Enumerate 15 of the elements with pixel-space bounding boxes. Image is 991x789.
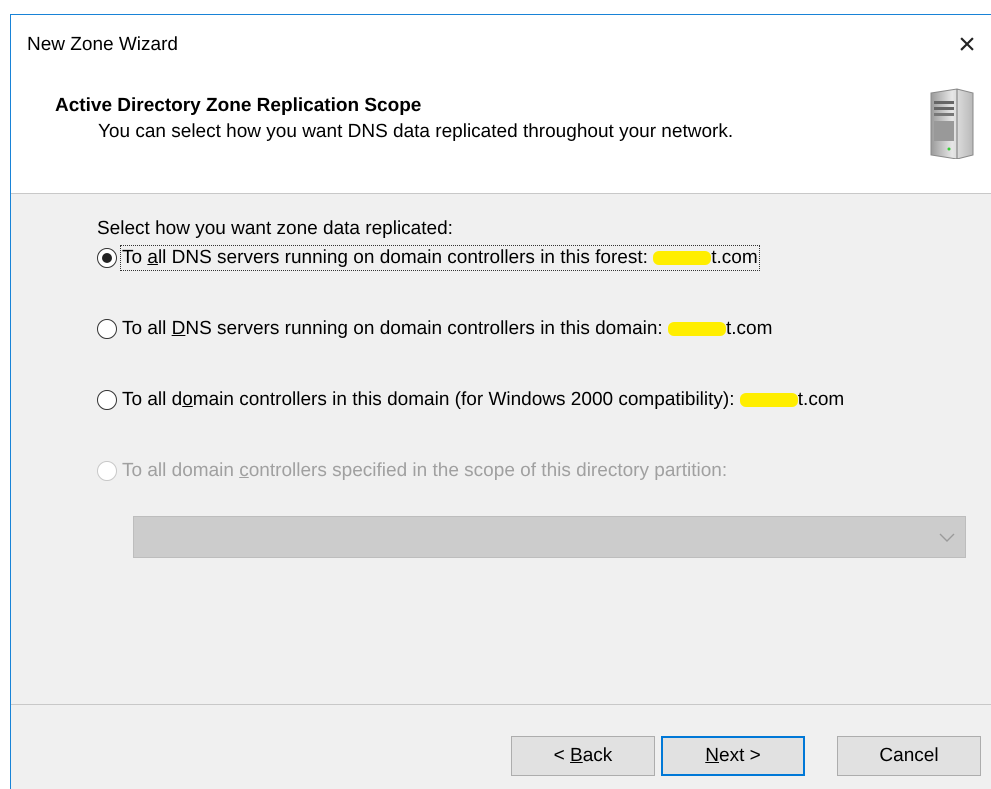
close-button[interactable]: × (947, 30, 987, 60)
radio-label[interactable]: To all domain controllers in this domain (for Windows 2000 compatibility): t.com (121, 388, 846, 412)
radio-label[interactable]: To all DNS servers running on domain controllers in this domain: t.com (121, 317, 774, 341)
chevron-down-icon (939, 532, 955, 542)
wizard-button[interactable]: Cancel (837, 736, 981, 776)
radio-button[interactable] (97, 319, 117, 339)
wizard-button[interactable]: Next > (661, 736, 805, 776)
radio-button[interactable] (97, 390, 117, 410)
radio-button[interactable] (97, 248, 117, 268)
prompt-text: Select how you want zone data replicated: (97, 218, 454, 240)
radio-label[interactable]: To all DNS servers running on domain controllers in this forest: t.com (121, 246, 759, 270)
wizard-button[interactable]: < Back (511, 736, 655, 776)
window-title: New Zone Wizard (27, 34, 178, 56)
page-description: You can select how you want DNS data replicated throughout your network. (97, 121, 734, 143)
page-title: Active Directory Zone Replication Scope (55, 95, 422, 117)
